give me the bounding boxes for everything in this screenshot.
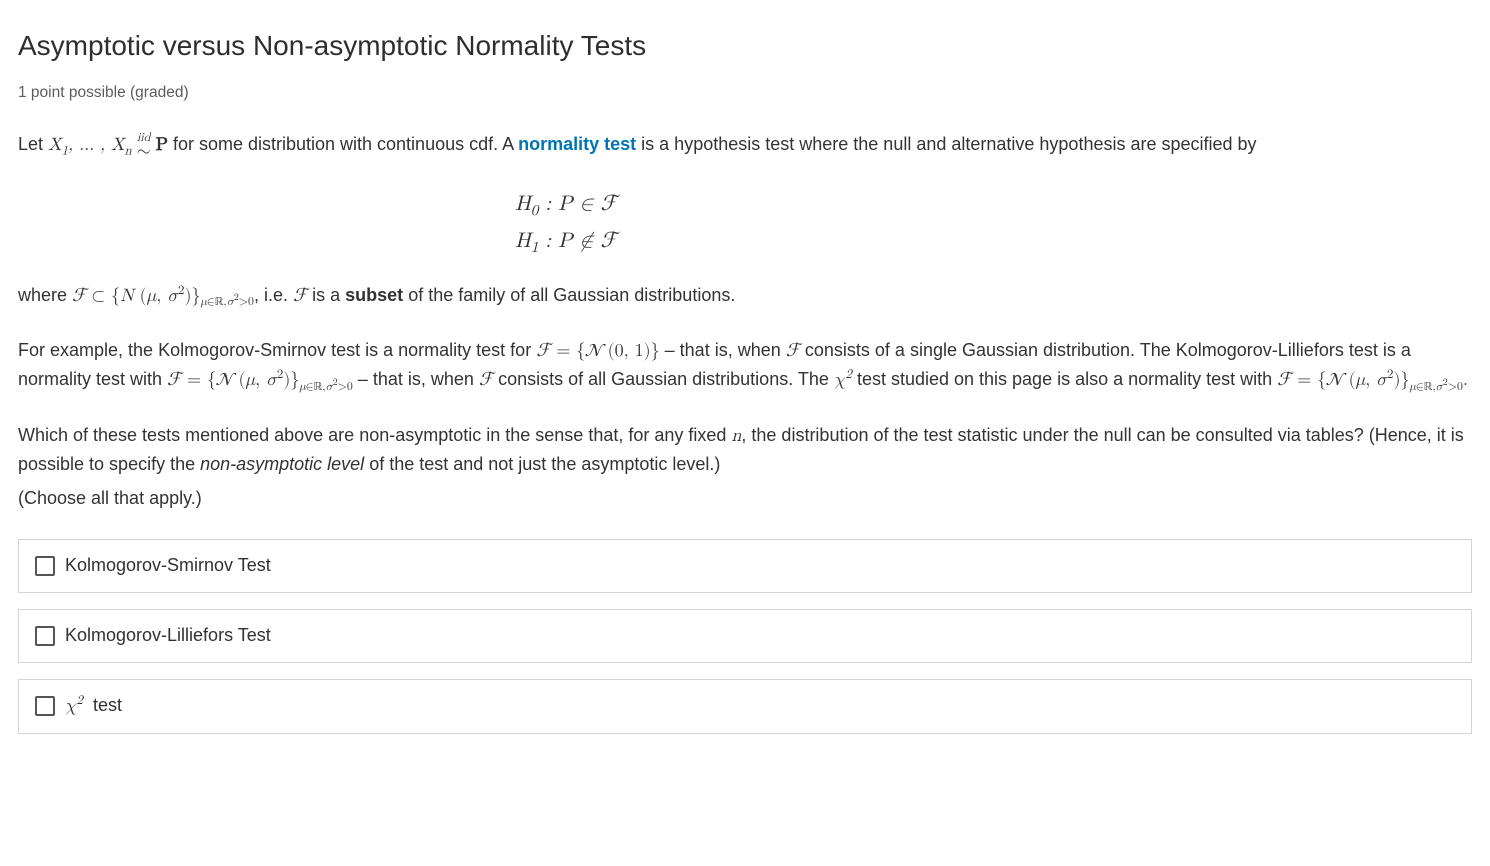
hypotheses-block: H0 : P ∈ ℱ H1 : P ∉ ℱ xyxy=(18,186,1472,259)
question-paragraph: Which of these tests mentioned above are… xyxy=(18,422,1472,479)
choice-ks-label: Kolmogorov-Smirnov Test xyxy=(65,552,271,580)
h0-line: H0 : P ∈ ℱ xyxy=(515,186,1472,223)
checkbox-ks[interactable] xyxy=(35,556,55,576)
choice-kl-label: Kolmogorov-Lilliefors Test xyxy=(65,622,271,650)
term-normality-test: normality test xyxy=(518,134,636,154)
where-tail: of the family of all Gaussian distributi… xyxy=(403,285,735,305)
ex-g: . xyxy=(1463,371,1468,389)
math-F-eq-Nmu-1: = {𝒩 (μ, σ2)}μ∈ℝ,σ2>0 xyxy=(181,371,353,389)
chi-sq-inline: χ2 xyxy=(834,371,852,389)
where-pre: where xyxy=(18,285,72,305)
checkbox-chi2[interactable] xyxy=(35,696,55,716)
ex-a: For example, the Kolmogorov-Smirnov test… xyxy=(18,340,536,360)
text-after-p: for some distribution with continuous cd… xyxy=(168,134,518,154)
text-after-link: is a hypothesis test where the null and … xyxy=(636,134,1256,154)
scriptF-7: ℱ xyxy=(1277,369,1291,389)
scriptF-4: ℱ xyxy=(786,340,800,360)
intro-paragraph: Let X1, … , Xn iid ∼ P for some distribu… xyxy=(18,131,1472,160)
example-paragraph: For example, the Kolmogorov-Smirnov test… xyxy=(18,337,1472,397)
math-F-eq-N01: = {𝒩 (0, 1)} xyxy=(550,342,659,360)
choice-list: Kolmogorov-Smirnov Test Kolmogorov-Lilli… xyxy=(18,539,1472,734)
choice-kl[interactable]: Kolmogorov-Lilliefors Test xyxy=(18,609,1472,663)
choice-ks[interactable]: Kolmogorov-Smirnov Test xyxy=(18,539,1472,593)
h1-line: H1 : P ∉ ℱ xyxy=(515,223,1472,260)
checkbox-kl[interactable] xyxy=(35,626,55,646)
ex-b: – that is, when xyxy=(660,340,786,360)
scriptF-3: ℱ xyxy=(536,340,550,360)
text-let: Let xyxy=(18,134,48,154)
q-c: of the test and not just the asymptotic … xyxy=(364,454,720,474)
iid-tilde: ∼ xyxy=(137,144,151,159)
scriptF: ℱ xyxy=(72,285,86,305)
math-F-eq-Nmu-2: = {𝒩 (μ, σ2)}μ∈ℝ,σ2>0 xyxy=(1291,371,1463,389)
choose-all: (Choose all that apply.) xyxy=(18,485,1472,513)
page-title: Asymptotic versus Non-asymptotic Normali… xyxy=(18,24,1472,67)
bold-subset: subset xyxy=(345,285,403,305)
math-P: P xyxy=(156,136,168,154)
scriptF-2: ℱ xyxy=(293,285,307,305)
problem-container: Asymptotic versus Non-asymptotic Normali… xyxy=(0,0,1490,780)
ex-e: consists of all Gaussian distributions. … xyxy=(493,369,834,389)
math-subset-1: ⊂ {N (μ, σ2)}μ∈ℝ,σ2>0 xyxy=(91,287,254,305)
choice-chi2-label: χ2 test xyxy=(65,692,122,721)
q-n: n xyxy=(731,427,741,445)
scriptF-5: ℱ xyxy=(167,369,181,389)
where-ie: , i.e. xyxy=(254,285,293,305)
ex-d: – that is, when xyxy=(353,369,479,389)
math-x-sequence: X1, … , Xn xyxy=(48,136,132,154)
where-post: is a xyxy=(307,285,345,305)
q-a: Which of these tests mentioned above are… xyxy=(18,425,731,445)
q-ital: non-asymptotic level xyxy=(200,454,364,474)
ex-f: test studied on this page is also a norm… xyxy=(852,369,1277,389)
choice-chi2[interactable]: χ2 test xyxy=(18,679,1472,734)
where-paragraph: where ℱ ⊂ {N (μ, σ2)}μ∈ℝ,σ2>0, i.e. ℱ is… xyxy=(18,282,1472,311)
scriptF-6: ℱ xyxy=(479,369,493,389)
iid-stack: iid ∼ xyxy=(137,133,151,159)
points-possible: 1 point possible (graded) xyxy=(18,81,1472,105)
